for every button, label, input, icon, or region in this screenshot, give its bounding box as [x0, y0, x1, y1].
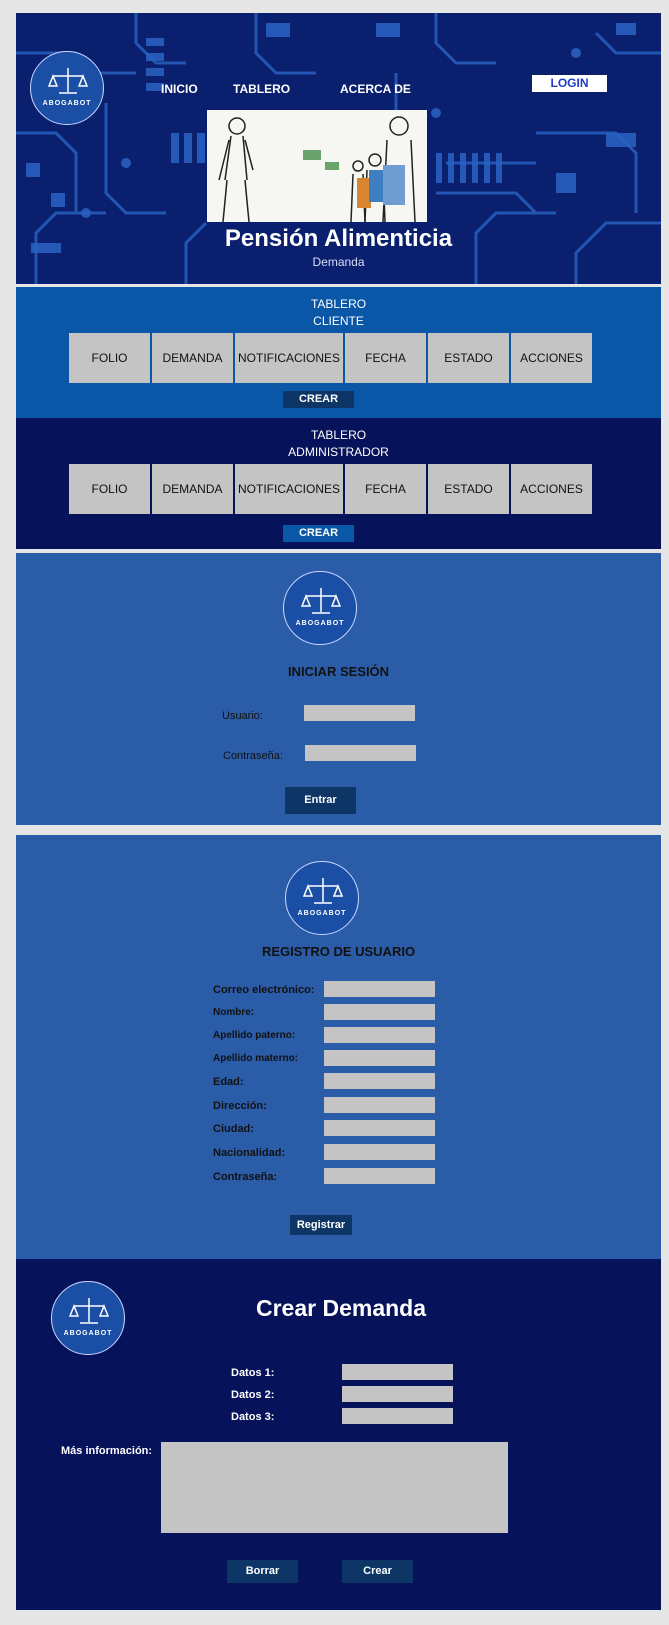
- column-notificaciones[interactable]: NOTIFICACIONES: [235, 464, 343, 514]
- scales-icon: [68, 1298, 110, 1324]
- city-label: Ciudad:: [213, 1123, 254, 1135]
- scales-icon: [302, 878, 344, 904]
- admin-create-button[interactable]: CREAR: [283, 525, 354, 542]
- admin-table-header: FOLIO DEMANDA NOTIFICACIONES FECHA ESTAD…: [69, 464, 592, 514]
- login-title: INICIAR SESIÓN: [287, 664, 390, 679]
- login-section: ABOGABOT INICIAR SESIÓN Usuario: Contras…: [16, 553, 661, 825]
- logo-text: ABOGABOT: [295, 620, 345, 627]
- password-input[interactable]: [305, 745, 416, 761]
- nav-inicio[interactable]: INICIO: [161, 82, 198, 96]
- hero-illustration: [207, 110, 427, 222]
- datos-1-label: Datos 1:: [231, 1367, 275, 1379]
- email-input[interactable]: [324, 981, 435, 997]
- admin-dashboard-subtitle: ADMINISTRADOR: [288, 445, 389, 459]
- login-button[interactable]: LOGIN: [532, 75, 607, 92]
- password-label: Contraseña:: [223, 750, 283, 762]
- maternal-surname-input[interactable]: [324, 1050, 435, 1066]
- paternal-surname-label: Apellido paterno:: [213, 1030, 296, 1041]
- datos-2-input[interactable]: [342, 1386, 453, 1402]
- email-label: Correo electrónico:: [213, 984, 315, 996]
- column-estado[interactable]: ESTADO: [428, 464, 509, 514]
- scales-icon: [300, 588, 342, 614]
- datos-3-input[interactable]: [342, 1408, 453, 1424]
- register-password-label: Contraseña:: [213, 1171, 278, 1183]
- datos-1-input[interactable]: [342, 1364, 453, 1380]
- column-acciones[interactable]: ACCIONES: [511, 464, 592, 514]
- column-fecha[interactable]: FECHA: [345, 464, 426, 514]
- city-input[interactable]: [324, 1120, 435, 1136]
- address-input[interactable]: [324, 1097, 435, 1113]
- datos-3-label: Datos 3:: [231, 1411, 275, 1423]
- datos-2-label: Datos 2:: [231, 1389, 275, 1401]
- address-label: Dirección:: [213, 1100, 267, 1112]
- nav-acerca-de[interactable]: ACERCA DE: [340, 82, 411, 96]
- maternal-surname-label: Apellido materno:: [213, 1053, 299, 1064]
- logo: ABOGABOT: [283, 571, 357, 645]
- header-banner: ABOGABOT INICIO TABLERO ACERCA DE LOGIN …: [16, 13, 661, 284]
- create-demand-section: ABOGABOT Crear Demanda Datos 1: Datos 2:…: [16, 1259, 661, 1610]
- client-dashboard-subtitle: CLIENTE: [313, 314, 364, 328]
- logo: ABOGABOT: [51, 1281, 125, 1355]
- page-title: Pensión Alimenticia: [224, 225, 453, 252]
- column-acciones[interactable]: ACCIONES: [511, 333, 592, 383]
- paternal-surname-input[interactable]: [324, 1027, 435, 1043]
- logo-text: ABOGABOT: [297, 910, 347, 917]
- name-label: Nombre:: [213, 1007, 255, 1018]
- client-dashboard: TABLERO CLIENTE FOLIO DEMANDA NOTIFICACI…: [16, 287, 661, 418]
- scales-icon: [47, 68, 89, 94]
- column-demanda[interactable]: DEMANDA: [152, 333, 233, 383]
- nationality-input[interactable]: [324, 1144, 435, 1160]
- age-input[interactable]: [324, 1073, 435, 1089]
- register-section: ABOGABOT REGISTRO DE USUARIO Correo elec…: [16, 835, 661, 1259]
- column-demanda[interactable]: DEMANDA: [152, 464, 233, 514]
- username-input[interactable]: [304, 705, 415, 721]
- clear-button[interactable]: Borrar: [227, 1560, 298, 1583]
- logo[interactable]: ABOGABOT: [30, 51, 104, 125]
- create-demand-title: Crear Demanda: [255, 1295, 427, 1321]
- client-table-header: FOLIO DEMANDA NOTIFICACIONES FECHA ESTAD…: [69, 333, 592, 383]
- login-submit-button[interactable]: Entrar: [285, 787, 356, 814]
- logo: ABOGABOT: [285, 861, 359, 935]
- column-folio[interactable]: FOLIO: [69, 333, 150, 383]
- logo-text: ABOGABOT: [63, 1330, 113, 1337]
- register-password-input[interactable]: [324, 1168, 435, 1184]
- column-fecha[interactable]: FECHA: [345, 333, 426, 383]
- register-submit-button[interactable]: Registrar: [290, 1215, 352, 1235]
- admin-dashboard: TABLERO ADMINISTRADOR FOLIO DEMANDA NOTI…: [16, 418, 661, 549]
- column-folio[interactable]: FOLIO: [69, 464, 150, 514]
- more-info-textarea[interactable]: [161, 1442, 508, 1533]
- column-notificaciones[interactable]: NOTIFICACIONES: [235, 333, 343, 383]
- client-create-button[interactable]: CREAR: [283, 391, 354, 408]
- column-estado[interactable]: ESTADO: [428, 333, 509, 383]
- logo-text: ABOGABOT: [42, 100, 92, 107]
- more-info-label: Más información:: [61, 1445, 153, 1457]
- username-label: Usuario:: [222, 710, 263, 722]
- nav-tablero[interactable]: TABLERO: [233, 82, 290, 96]
- page-subtitle: Demanda: [312, 255, 365, 269]
- age-label: Edad:: [213, 1076, 244, 1088]
- create-button[interactable]: Crear: [342, 1560, 413, 1583]
- register-title: REGISTRO DE USUARIO: [261, 944, 416, 959]
- admin-dashboard-title: TABLERO: [310, 428, 367, 442]
- nationality-label: Nacionalidad:: [213, 1147, 286, 1159]
- name-input[interactable]: [324, 1004, 435, 1020]
- client-dashboard-title: TABLERO: [310, 297, 367, 311]
